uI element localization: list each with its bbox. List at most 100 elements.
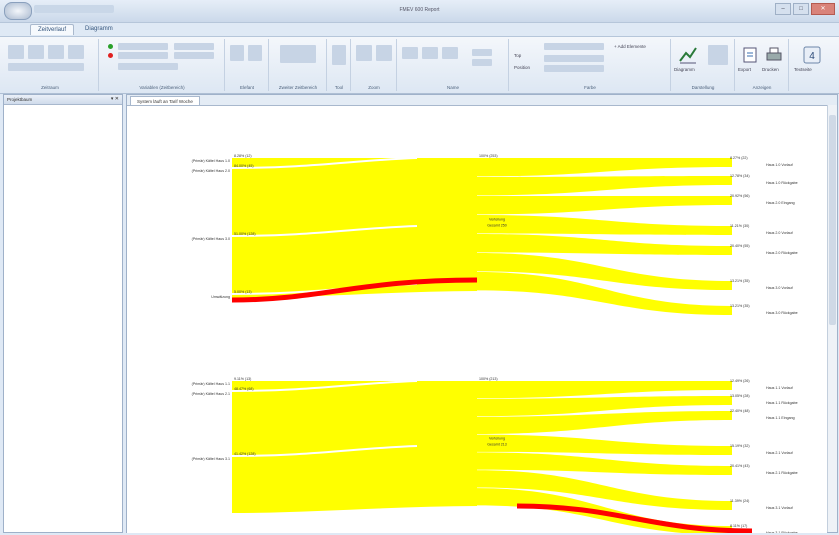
second-range-button[interactable]	[280, 45, 316, 63]
minimize-button[interactable]: –	[775, 3, 791, 15]
area-chart-icon[interactable]	[422, 47, 438, 59]
target-value-label: 13.21% (35)	[730, 279, 750, 283]
ribbon-group-zeitraum: Zeitraum	[2, 39, 99, 91]
target-value-label: 22.40% (48)	[730, 409, 750, 413]
target-value-label: 12.78% (34)	[730, 174, 750, 178]
middle-node-sublabel: Gesamt 213	[487, 443, 507, 447]
diagram-icon[interactable]	[678, 45, 698, 65]
target-label: Haus 3.0 Vorlauf	[766, 286, 793, 290]
calendar-icon[interactable]	[28, 45, 44, 59]
source-value-label: 48.47% (68)	[234, 387, 254, 391]
target-value-label: 20.40% (55)	[730, 244, 750, 248]
drucken-button-label[interactable]: Drucken	[762, 67, 779, 72]
group-label-variablen: Variablen (Zeitbereich)	[139, 85, 185, 90]
ribbon-group-variablen: Variablen (Zeitbereich)	[100, 39, 225, 91]
printer-icon[interactable]	[764, 45, 784, 65]
source-label: (Primär) Kältel Haus 3.0	[192, 237, 230, 241]
group-label-darstellung: Darstellung	[691, 85, 715, 90]
tab-diagramm[interactable]: Diagramm	[78, 24, 120, 35]
ribbon-tabs: Zeitverlauf Diagramm	[30, 24, 120, 35]
target-value-label: 8.11% (17)	[730, 524, 747, 528]
add-elements-link[interactable]: + Add Elemente	[614, 44, 646, 49]
export-button-label[interactable]: Export	[738, 67, 751, 72]
calendar-icon[interactable]	[8, 45, 24, 59]
sankey-flow-left	[232, 158, 477, 298]
tab-zeitverlauf[interactable]: Zeitverlauf	[30, 24, 75, 35]
close-button[interactable]: ✕	[811, 3, 835, 15]
source-label: (Primär) Kältel Haus 2.0	[192, 169, 230, 173]
window-title: FMEV 600 Report	[399, 7, 440, 13]
source-label: (Primär) Kältel Haus 1.1	[192, 382, 230, 386]
ribbon-group-zoom: Zoom	[352, 39, 397, 91]
chart-type-icon[interactable]	[230, 45, 244, 61]
source-value-label: 9.11% (13)	[234, 377, 251, 381]
variable-select-1[interactable]	[118, 43, 168, 50]
red-status-icon	[108, 53, 113, 58]
name-value-field[interactable]	[472, 59, 492, 66]
left-pane-header: Projektbaum ▾ ✕	[4, 95, 122, 105]
sankey-canvas: 8.27% (22) Haus 1.0 Vorlauf 12.78% (34) Hau…	[127, 105, 827, 535]
svg-text:4: 4	[809, 51, 815, 62]
pin-icon[interactable]: ▾ ✕	[111, 96, 119, 102]
source-label: Umwälzung	[211, 295, 230, 299]
ribbon-group-farbe: Top Position + Add Elemente Farbe	[510, 39, 671, 91]
date-range-field[interactable]	[8, 63, 84, 71]
variable-select-2[interactable]	[118, 52, 168, 59]
green-status-icon	[108, 44, 113, 49]
textseite-icon[interactable]: 4	[802, 45, 822, 65]
zoom-out-icon[interactable]	[376, 45, 392, 61]
line-chart-icon[interactable]	[402, 47, 418, 59]
ribbon-group-tool: Tool	[328, 39, 351, 91]
textseite-button-label[interactable]: Textseite	[794, 67, 812, 72]
middle-value-label: 100% (213)	[479, 377, 498, 381]
display-options-button[interactable]	[708, 45, 728, 65]
middle-node-label: Verteilung	[489, 218, 505, 222]
calendar-icon[interactable]	[68, 45, 84, 59]
source-value-label: 5.00% (13)	[234, 290, 252, 294]
color-select-1[interactable]	[544, 43, 604, 50]
group-label-zoom: Zoom	[368, 85, 380, 90]
document-area: System läuft an Tarif Woche 8.27% (22) Ha…	[126, 94, 838, 535]
target-value-label: 20.41% (43)	[730, 464, 750, 468]
target-label: Haus 3.1 Rückgabe	[766, 531, 798, 533]
middle-node-label: Verteilung	[489, 437, 505, 441]
target-label: Haus 1.0 Rückgabe	[766, 181, 798, 185]
target-label: Haus 2.0 Eingang	[766, 201, 795, 205]
target-value-label: 20.92% (56)	[730, 194, 750, 198]
sankey-flow-left	[232, 381, 477, 513]
name-value-field[interactable]	[472, 49, 492, 56]
variable-value-2[interactable]	[174, 52, 214, 59]
zoom-in-icon[interactable]	[356, 45, 372, 61]
vertical-scrollbar[interactable]	[827, 105, 837, 532]
left-pane: Projektbaum ▾ ✕	[3, 94, 123, 533]
sankey-flow-target	[477, 381, 732, 399]
target-value-label: 13.05% (28)	[730, 394, 750, 398]
source-label: (Primär) Kältel Haus 3.1	[192, 457, 230, 461]
sankey-flow-target	[477, 196, 732, 215]
bar-chart-icon[interactable]	[442, 47, 458, 59]
source-value-label: 8.28% (12)	[234, 154, 252, 158]
group-label-anzeigen: Anzeigen	[752, 85, 772, 90]
target-value-label: 8.27% (22)	[730, 156, 748, 160]
scrollbar-thumb[interactable]	[829, 115, 836, 325]
group-label-elefant: Elefant	[239, 85, 254, 90]
group-label-name: Name	[446, 85, 459, 90]
position-select[interactable]	[544, 65, 604, 72]
chart-type-icon[interactable]	[248, 45, 262, 61]
variable-select-3[interactable]	[118, 63, 178, 70]
maximize-button[interactable]: □	[793, 3, 809, 15]
target-value-label: 11.39% (24)	[730, 499, 749, 503]
source-value-label: 41.42% (128)	[234, 452, 256, 456]
target-value-label: 12.49% (26)	[730, 379, 750, 383]
sankey-flow-target	[477, 434, 732, 455]
target-value-label: 15.19% (32)	[730, 444, 750, 448]
color-select-2[interactable]	[544, 55, 604, 62]
top-label: Top	[514, 53, 522, 58]
variable-value-1[interactable]	[174, 43, 214, 50]
target-label: Haus 3.0 Rückgabe	[766, 311, 798, 315]
export-icon[interactable]	[740, 45, 760, 65]
diagramm-button-label[interactable]: Diagramm	[674, 67, 695, 72]
calendar-icon[interactable]	[48, 45, 64, 59]
source-value-label: 84.00% (45)	[234, 164, 254, 168]
tool-button[interactable]	[332, 45, 346, 65]
